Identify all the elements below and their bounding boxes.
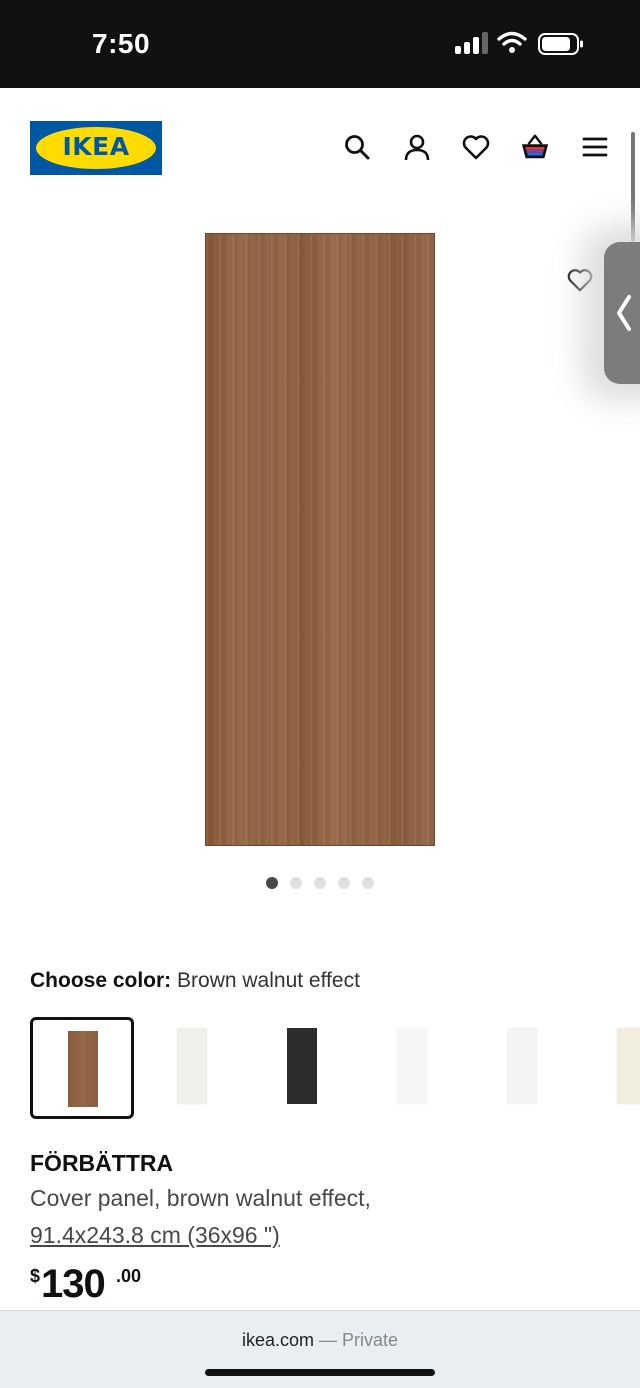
signal-strength-icon <box>455 32 489 54</box>
color-swatch[interactable] <box>142 1017 246 1119</box>
product-name: FÖRBÄTTRA <box>30 1150 174 1176</box>
color-swatch[interactable] <box>252 1017 356 1119</box>
profile-icon[interactable] <box>402 132 432 162</box>
swatch-panel <box>68 1031 98 1107</box>
product-description: Cover panel, brown walnut effect, <box>30 1185 371 1211</box>
selected-color-value: Brown walnut effect <box>177 969 360 992</box>
url-separator: — <box>313 1330 342 1350</box>
swatch-panel <box>287 1028 317 1104</box>
home-indicator[interactable] <box>205 1369 435 1376</box>
wifi-icon <box>497 30 527 54</box>
color-swatch[interactable] <box>472 1017 576 1119</box>
swatch-panel <box>397 1028 427 1104</box>
color-swatch[interactable] <box>362 1017 466 1119</box>
choose-color-label: Choose color: <box>30 969 172 992</box>
carousel-dot[interactable] <box>314 877 326 889</box>
browser-url[interactable]: ikea.com — Private <box>0 1330 640 1351</box>
menu-hamburger-icon[interactable] <box>580 132 610 162</box>
search-icon[interactable] <box>342 132 372 162</box>
product-image[interactable] <box>205 233 435 846</box>
site-header: IKEA <box>0 88 640 208</box>
image-carousel-dots[interactable] <box>266 877 376 891</box>
status-time: 7:50 <box>92 28 151 59</box>
swatch-panel <box>507 1028 537 1104</box>
carousel-dot[interactable] <box>266 877 278 889</box>
browser-address-bar[interactable]: ikea.com — Private <box>0 1310 640 1388</box>
price-currency: $ <box>30 1266 41 1286</box>
chevron-left-icon <box>615 294 633 332</box>
choose-color-row: Choose color: Brown walnut effect <box>30 969 360 993</box>
status-bar: 7:50 <box>0 0 640 88</box>
price-integer: 130 <box>41 1262 106 1306</box>
ikea-logo[interactable]: IKEA <box>30 121 162 175</box>
price-decimal: .00 <box>116 1266 142 1286</box>
carousel-dot[interactable] <box>362 877 374 889</box>
heart-outline-icon[interactable] <box>566 266 594 294</box>
url-domain: ikea.com <box>241 1330 314 1350</box>
page-scrollbar[interactable] <box>631 132 635 242</box>
private-mode-label: Private <box>342 1330 399 1350</box>
carousel-dot[interactable] <box>290 877 302 889</box>
carousel-dot[interactable] <box>338 877 350 889</box>
logo-text: IKEA <box>62 132 130 161</box>
cart-basket-icon[interactable] <box>520 132 550 162</box>
wishlist-heart-icon[interactable] <box>461 132 491 162</box>
product-size-link[interactable]: 91.4x243.8 cm (36x96 ") <box>30 1222 280 1249</box>
side-panel-tab[interactable] <box>604 242 640 384</box>
color-swatch[interactable] <box>582 1017 640 1119</box>
color-swatch-brown-walnut[interactable] <box>30 1017 134 1119</box>
swatch-panel <box>617 1028 640 1104</box>
swatch-panel <box>177 1028 207 1104</box>
battery-icon <box>538 33 584 55</box>
